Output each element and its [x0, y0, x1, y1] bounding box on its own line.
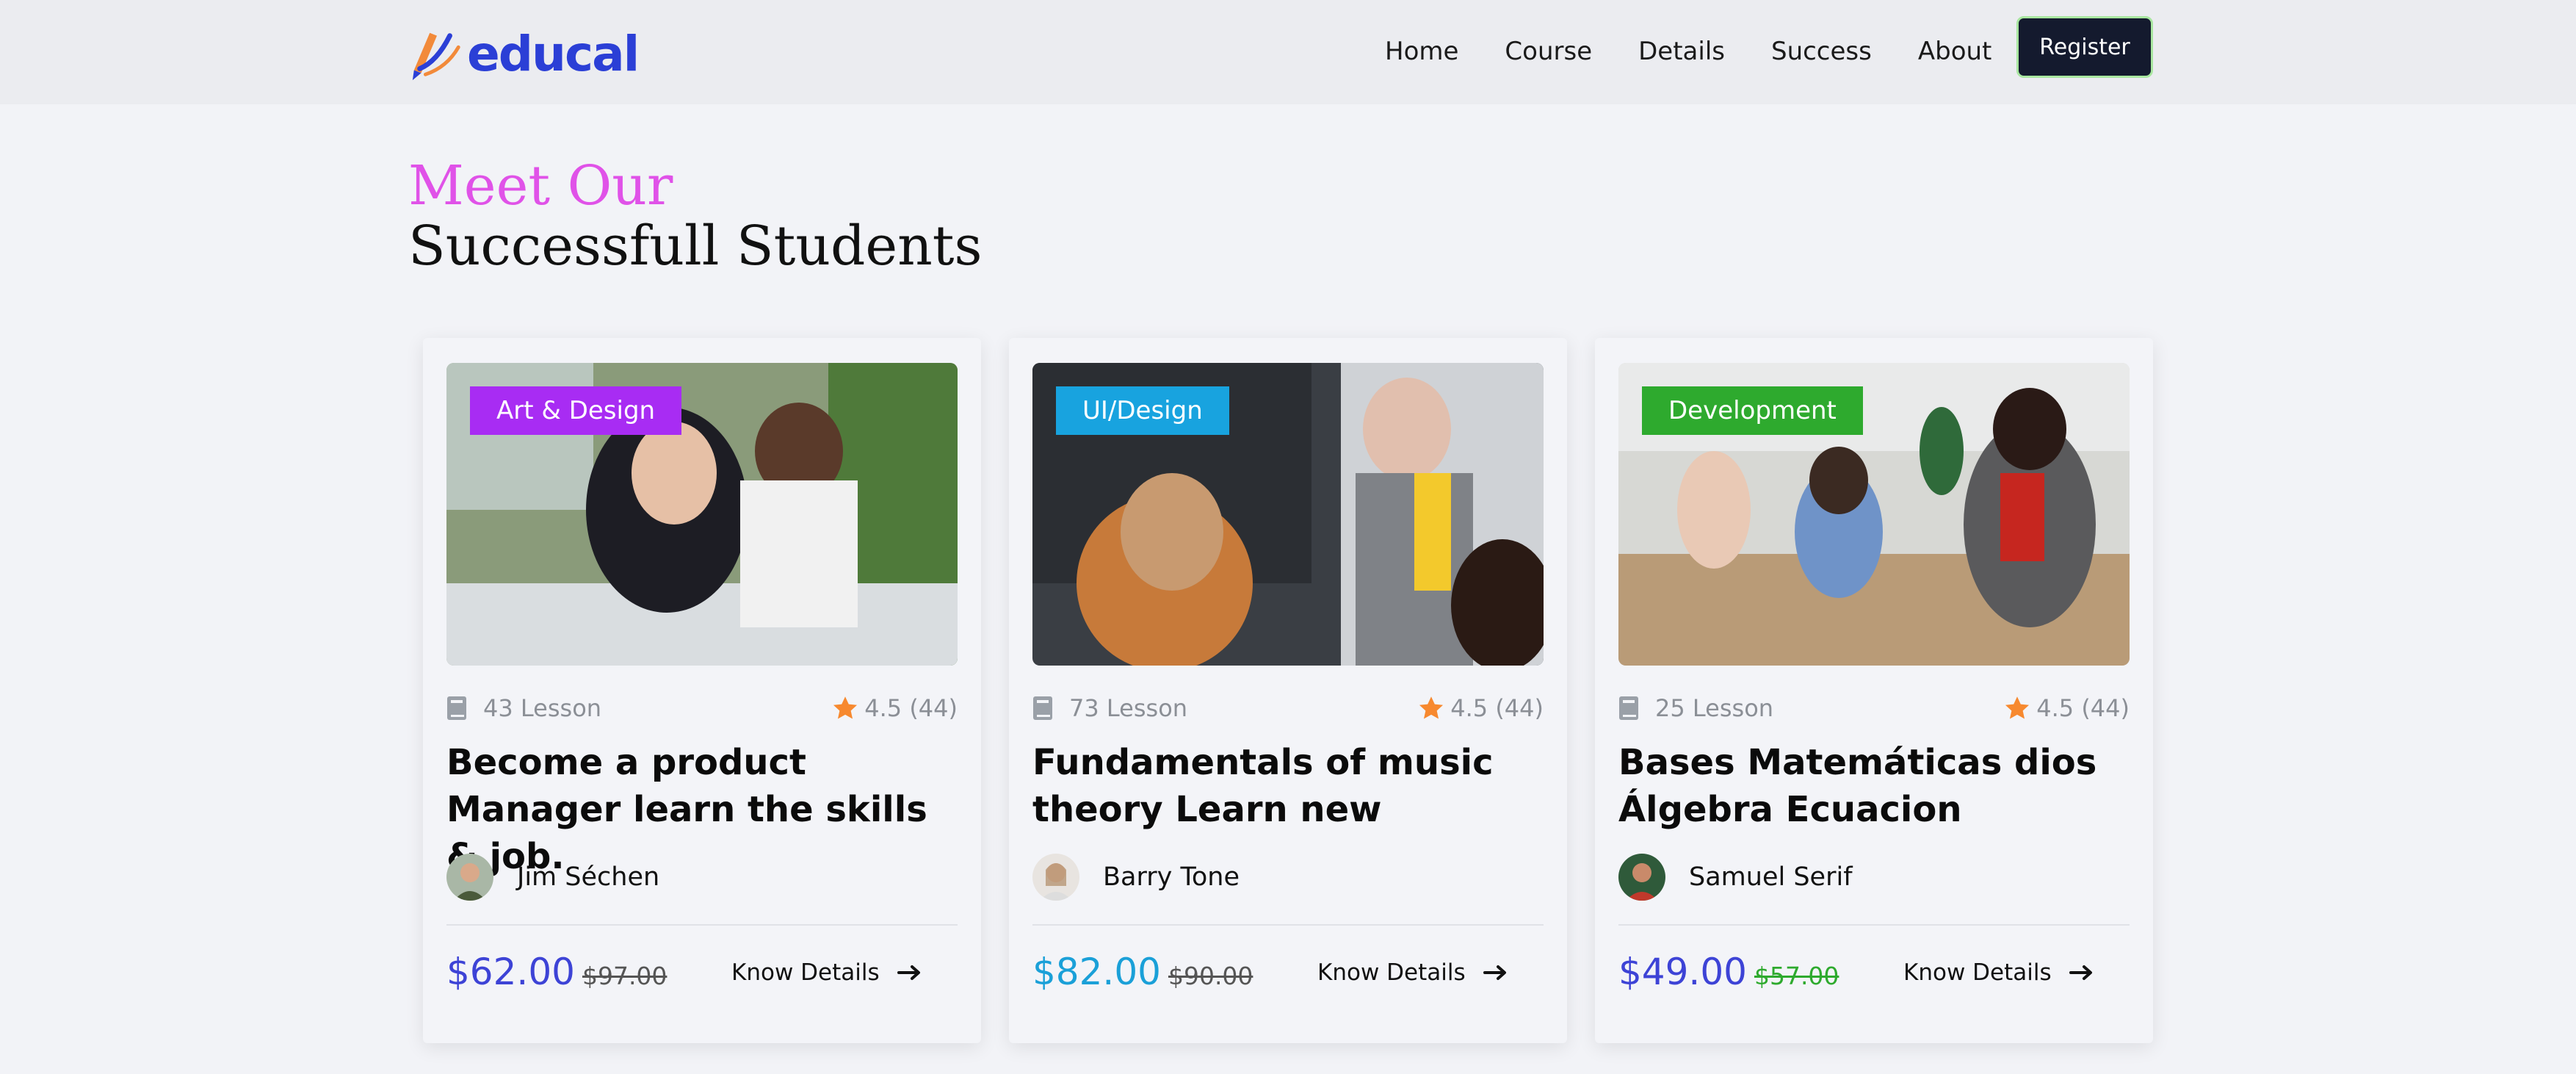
course-image[interactable]: Art & Design — [446, 363, 958, 666]
lesson-count: 25 Lesson — [1655, 694, 1774, 722]
category-badge: Development — [1642, 386, 1863, 435]
course-meta: 25 Lesson 4.5 (44) — [1618, 686, 2130, 730]
instructor-name: Barry Tone — [1103, 862, 1240, 892]
course-meta: 43 Lesson 4.5 (44) — [446, 686, 958, 730]
instructor: Barry Tone — [1032, 854, 1240, 901]
know-details-label: Know Details — [1903, 959, 2052, 986]
heading-meet-our: Meet Our — [408, 154, 673, 217]
current-price: $49.00 — [1618, 951, 1747, 993]
category-badge: UI/Design — [1056, 386, 1229, 435]
logo[interactable]: educal — [408, 24, 640, 85]
book-icon — [447, 696, 466, 720]
course-image[interactable]: Development — [1618, 363, 2130, 666]
arrow-right-icon — [1483, 965, 1506, 980]
avatar — [1618, 854, 1665, 901]
know-details-link[interactable]: Know Details — [731, 959, 922, 986]
nav-course[interactable]: Course — [1505, 32, 1592, 71]
avatar — [1032, 854, 1079, 901]
book-icon — [1033, 696, 1052, 720]
section-heading: Meet Our Successfull Students — [408, 156, 983, 276]
nav-details[interactable]: Details — [1638, 32, 1725, 71]
divider — [1032, 924, 1544, 926]
know-details-link[interactable]: Know Details — [1903, 959, 2094, 986]
current-price: $82.00 — [1032, 951, 1161, 993]
price: $82.00 $90.00 — [1032, 951, 1253, 993]
book-icon — [1619, 696, 1638, 720]
logo-text: educal — [467, 26, 640, 82]
course-title[interactable]: Bases Matemáticas dios Álgebra Ecuacion — [1618, 739, 2130, 833]
instructor: Samuel Serif — [1618, 854, 1853, 901]
course-card[interactable]: Development 25 Lesson 4.5 (44) Bases Mat… — [1595, 338, 2153, 1043]
current-price: $62.00 — [446, 951, 575, 993]
course-title[interactable]: Fundamentals of music theory Learn new — [1032, 739, 1544, 833]
instructor-name: Jim Séchen — [517, 862, 660, 892]
site-header: educal Home Course Details Success About… — [0, 0, 2576, 104]
arrow-right-icon — [897, 965, 920, 980]
lesson-count: 73 Lesson — [1069, 694, 1188, 722]
price: $49.00 $57.00 — [1618, 951, 1839, 993]
know-details-label: Know Details — [731, 959, 880, 986]
old-price: $97.00 — [582, 962, 667, 990]
old-price: $90.00 — [1168, 962, 1253, 990]
price: $62.00 $97.00 — [446, 951, 667, 993]
know-details-label: Know Details — [1317, 959, 1466, 986]
nav-home[interactable]: Home — [1385, 32, 1458, 71]
lesson-count: 43 Lesson — [483, 694, 602, 722]
old-price: $57.00 — [1754, 962, 1839, 990]
pencil-logo-icon — [412, 32, 460, 81]
nav-success[interactable]: Success — [1771, 32, 1872, 71]
course-card[interactable]: UI/Design 73 Lesson 4.5 (44) Fundamental… — [1009, 338, 1567, 1043]
heading-successful-students: Successfull Students — [408, 215, 983, 278]
category-badge: Art & Design — [470, 386, 682, 435]
main-nav: Home Course Details Success About — [1385, 32, 2038, 71]
instructor-name: Samuel Serif — [1689, 862, 1853, 892]
rating: 4.5 (44) — [2036, 694, 2130, 722]
divider — [446, 924, 958, 926]
instructor: Jim Séchen — [446, 854, 659, 901]
star-icon — [1419, 696, 1444, 719]
star-icon — [2005, 696, 2030, 719]
rating: 4.5 (44) — [1450, 694, 1544, 722]
course-card[interactable]: Art & Design 43 Lesson 4.5 (44) Become a… — [423, 338, 981, 1043]
divider — [1618, 924, 2130, 926]
nav-about[interactable]: About — [1918, 32, 1992, 71]
course-image[interactable]: UI/Design — [1032, 363, 1544, 666]
rating: 4.5 (44) — [864, 694, 958, 722]
star-icon — [833, 696, 858, 719]
course-meta: 73 Lesson 4.5 (44) — [1032, 686, 1544, 730]
arrow-right-icon — [2069, 965, 2092, 980]
know-details-link[interactable]: Know Details — [1317, 959, 1508, 986]
avatar — [446, 854, 493, 901]
register-button[interactable]: Register — [2016, 16, 2153, 78]
